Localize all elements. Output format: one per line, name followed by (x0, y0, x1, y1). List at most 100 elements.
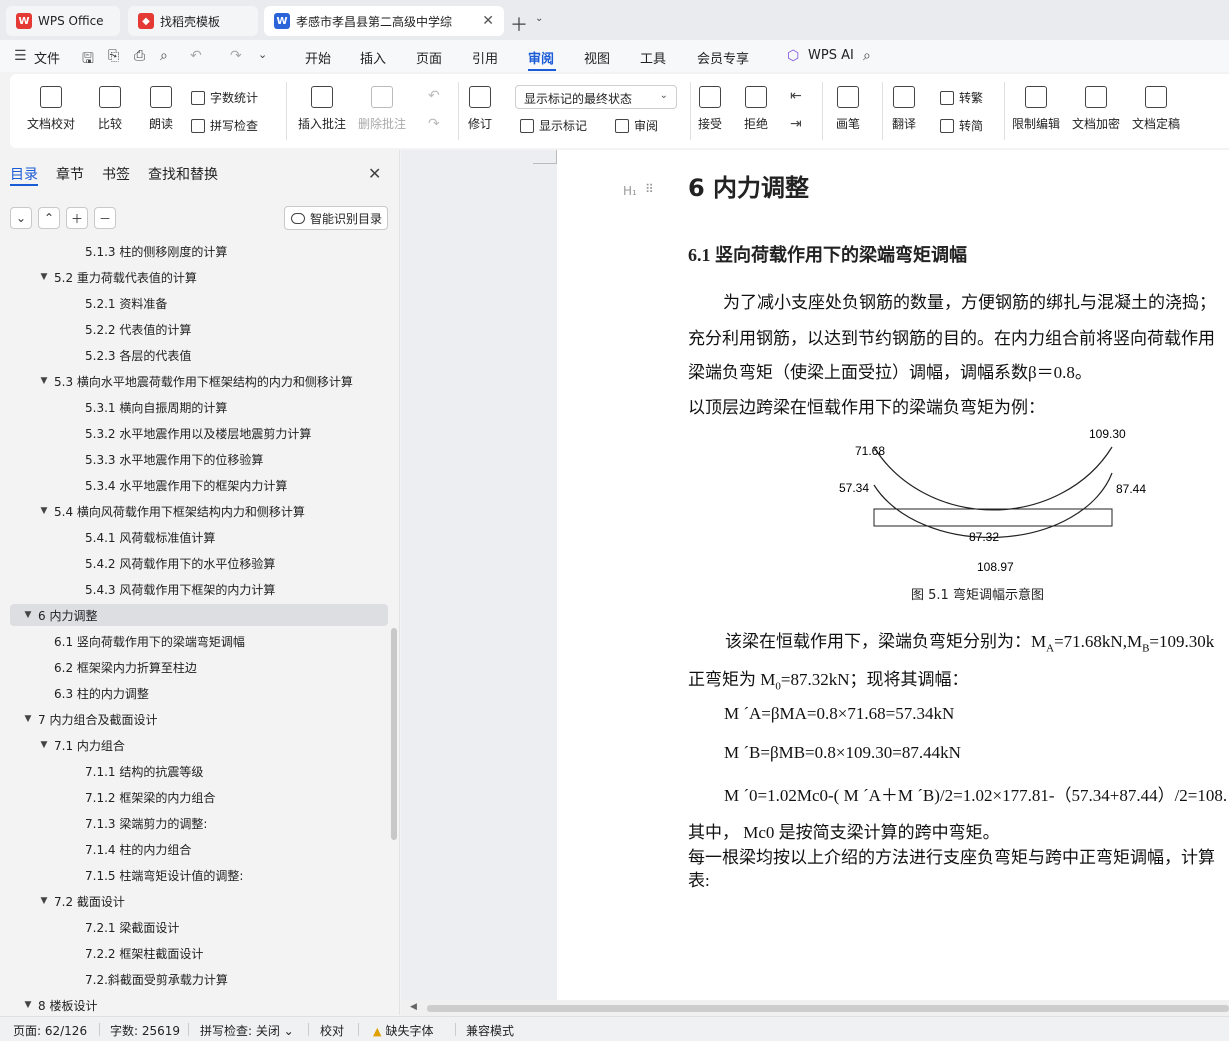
scroll-thumb[interactable] (427, 1005, 1229, 1012)
encrypt-button[interactable]: 文档加密 (1072, 86, 1120, 132)
menu-home[interactable]: 开始 (305, 48, 331, 67)
toc-item[interactable]: ▼ 7.1 内力组合 (10, 734, 388, 756)
menu-member[interactable]: 会员专享 (697, 48, 749, 67)
spell-check-button[interactable]: 拼写检查 (191, 117, 258, 134)
compare-button[interactable]: 比较 (98, 86, 122, 132)
doc-check-button[interactable]: 文档校对 (27, 86, 75, 132)
toc-item[interactable]: ▼ 5.3 横向水平地震荷载作用下框架结构的内力和侧移计算 (10, 370, 388, 392)
remove-heading-icon[interactable]: － (94, 207, 116, 229)
tab-docer-templates[interactable]: ◆ 找稻壳模板 (128, 6, 258, 36)
spell-check-status[interactable]: 拼写检查: 关闭 ⌄ (200, 1022, 294, 1039)
menu-view[interactable]: 视图 (584, 48, 610, 67)
toc-item[interactable]: 5.4.1 风荷载标准值计算 (10, 526, 388, 548)
toc-item[interactable]: 5.3.1 横向自振周期的计算 (10, 396, 388, 418)
expand-up-icon[interactable]: ⌃ (38, 207, 60, 229)
menu-wps-ai[interactable]: WPS AI (808, 48, 854, 63)
export-icon[interactable]: ⎘ (108, 48, 119, 64)
toc-item[interactable]: 7.2.1 梁截面设计 (10, 916, 388, 938)
menu-review[interactable]: 审阅 (528, 48, 554, 67)
collapse-all-icon[interactable]: ⌄ (10, 207, 32, 229)
toc-item[interactable]: 6.1 竖向荷载作用下的梁端弯矩调幅 (10, 630, 388, 652)
revision-button[interactable]: 修订 (468, 86, 492, 132)
drag-handle-icon[interactable]: ⠿ (645, 182, 654, 196)
add-heading-icon[interactable]: ＋ (66, 207, 88, 229)
print-preview-icon[interactable]: ⌕ (160, 48, 168, 64)
toc-item[interactable]: ▼ 7 内力组合及截面设计 (10, 708, 388, 730)
toc-item[interactable]: 7.1.4 柱的内力组合 (10, 838, 388, 860)
page-indicator[interactable]: 页面: 62/126 (13, 1022, 87, 1039)
markup-display-select[interactable]: 显示标记的最终状态 ⌄ (515, 85, 677, 109)
close-icon[interactable]: ✕ (482, 13, 494, 29)
scroll-left-icon[interactable]: ◀ (410, 1002, 417, 1012)
prev-comment-icon[interactable]: ↶ (428, 88, 440, 104)
smart-toc-button[interactable]: 智能识别目录 (284, 206, 388, 230)
toc-item[interactable]: 5.3.2 水平地震作用以及楼层地震剪力计算 (10, 422, 388, 444)
accept-button[interactable]: 接受 (698, 86, 722, 132)
word-count-indicator[interactable]: 字数: 25619 (110, 1022, 180, 1039)
quick-access-more-icon[interactable]: ⌄ (258, 48, 267, 61)
expand-arrow-icon[interactable]: ▼ (38, 740, 50, 750)
expand-arrow-icon[interactable]: ▼ (38, 376, 50, 386)
menu-insert[interactable]: 插入 (360, 48, 386, 67)
proofread-status[interactable]: 校对 (320, 1022, 344, 1039)
toc-item[interactable]: 7.1.3 梁端剪力的调整: (10, 812, 388, 834)
toc-item[interactable]: 5.2.2 代表值的计算 (10, 318, 388, 340)
to-traditional-button[interactable]: 转繁 (940, 89, 983, 106)
nav-scrollbar[interactable] (391, 628, 397, 840)
toc-item[interactable]: 7.1.2 框架梁的内力组合 (10, 786, 388, 808)
tab-bookmarks[interactable]: 书签 (102, 164, 130, 184)
read-aloud-button[interactable]: 朗读 (149, 86, 173, 132)
toc-item[interactable]: 6.3 柱的内力调整 (10, 682, 388, 704)
show-markup-button[interactable]: 显示标记 (520, 117, 587, 134)
reject-button[interactable]: 拒绝 (744, 86, 768, 132)
tab-document[interactable]: W 孝感市孝昌县第二高级中学综 ✕ (264, 6, 504, 36)
undo-icon[interactable]: ↶ (190, 48, 202, 64)
tab-wps-office[interactable]: W WPS Office (6, 6, 120, 36)
toc-item[interactable]: 5.3.4 水平地震作用下的框架内力计算 (10, 474, 388, 496)
tab-sections[interactable]: 章节 (56, 164, 84, 184)
word-count-button[interactable]: 字数统计 (191, 89, 258, 106)
restrict-edit-button[interactable]: 限制编辑 (1012, 86, 1060, 132)
expand-arrow-icon[interactable]: ▼ (38, 272, 50, 282)
toc-item[interactable]: 5.4.2 风荷载作用下的水平位移验算 (10, 552, 388, 574)
pen-button[interactable]: 画笔 (836, 86, 860, 132)
expand-arrow-icon[interactable]: ▼ (38, 896, 50, 906)
menu-tools[interactable]: 工具 (640, 48, 666, 67)
toc-item[interactable]: 6.2 框架梁内力折算至柱边 (10, 656, 388, 678)
print-icon[interactable]: ⎙ (134, 48, 145, 64)
toc-item[interactable]: 7.1.1 结构的抗震等级 (10, 760, 388, 782)
review-pane-button[interactable]: 审阅 (615, 117, 658, 134)
next-revision-icon[interactable]: ⇥ (790, 116, 802, 132)
heading-marker-icon[interactable]: H₁ (623, 184, 637, 198)
redo-icon[interactable]: ↷ (230, 48, 242, 64)
toc-item[interactable]: 5.2.1 资料准备 (10, 292, 388, 314)
close-icon[interactable]: ✕ (368, 164, 381, 183)
hamburger-icon[interactable]: ☰ (14, 48, 27, 64)
delete-comment-button[interactable]: 删除批注 (358, 86, 406, 132)
toc-item[interactable]: 5.1.3 柱的侧移刚度的计算 (10, 240, 388, 262)
toc-item[interactable]: ▼ 7.2 截面设计 (10, 890, 388, 912)
menu-file[interactable]: 文件 (34, 48, 60, 67)
toc-item[interactable]: 7.1.5 柱端弯矩设计值的调整: (10, 864, 388, 886)
tab-toc[interactable]: 目录 (10, 164, 38, 184)
new-tab-icon[interactable]: ＋ (510, 11, 528, 37)
horizontal-scrollbar[interactable]: ◀ (401, 1000, 1229, 1016)
toc-item[interactable]: 5.4.3 风荷载作用下框架的内力计算 (10, 578, 388, 600)
toc-item[interactable]: 7.2.斜截面受剪承载力计算 (10, 968, 388, 990)
toc-item[interactable]: ▼ 6 内力调整 (10, 604, 388, 626)
toc-item[interactable]: ▼ 5.4 横向风荷载作用下框架结构内力和侧移计算 (10, 500, 388, 522)
missing-font-status[interactable]: ▲ 缺失字体 (373, 1022, 433, 1039)
insert-comment-button[interactable]: 插入批注 (298, 86, 346, 132)
toc-item[interactable]: 5.3.3 水平地震作用下的位移验算 (10, 448, 388, 470)
to-simplified-button[interactable]: 转简 (940, 117, 983, 134)
translate-button[interactable]: 翻译 (892, 86, 916, 132)
toc-item[interactable]: 5.2.3 各层的代表值 (10, 344, 388, 366)
next-comment-icon[interactable]: ↷ (428, 116, 440, 132)
expand-arrow-icon[interactable]: ▼ (22, 1000, 34, 1010)
expand-arrow-icon[interactable]: ▼ (38, 506, 50, 516)
toc-item[interactable]: ▼ 5.2 重力荷载代表值的计算 (10, 266, 388, 288)
menu-references[interactable]: 引用 (472, 48, 498, 67)
toc-item[interactable]: 7.2.2 框架柱截面设计 (10, 942, 388, 964)
save-icon[interactable]: 🖫 (82, 48, 94, 72)
expand-arrow-icon[interactable]: ▼ (22, 610, 34, 620)
